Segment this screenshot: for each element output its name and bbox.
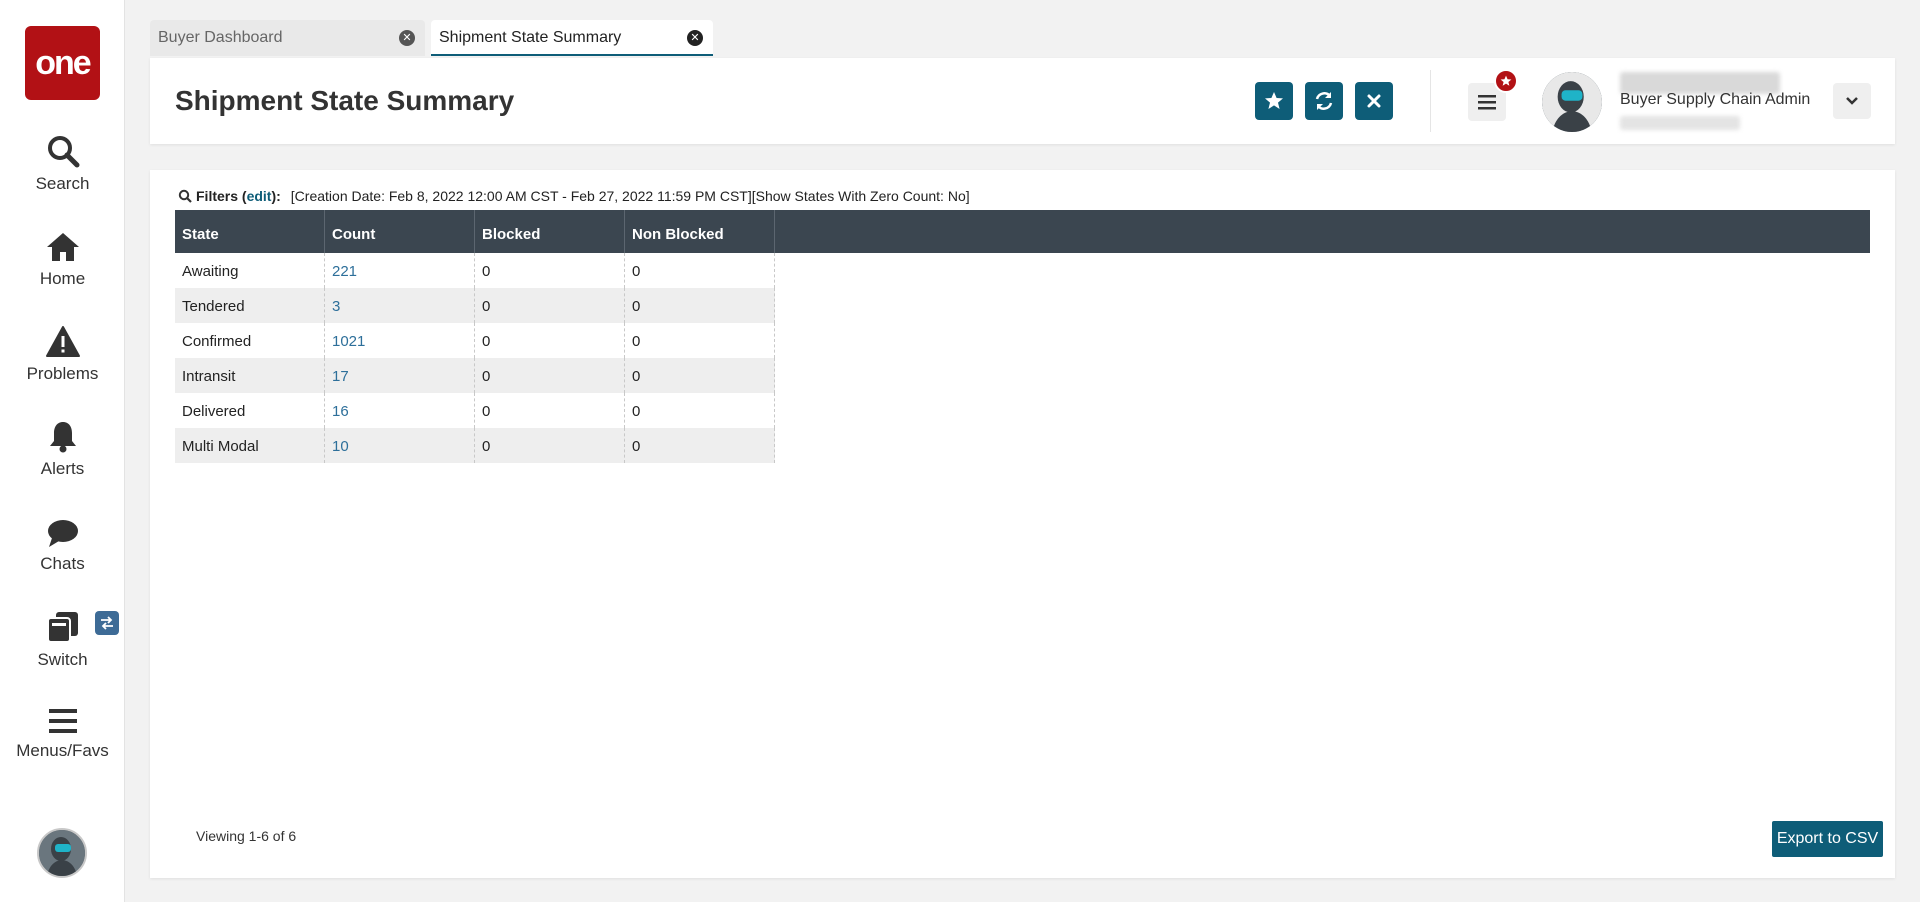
refresh-button[interactable] — [1305, 82, 1343, 120]
column-header-count[interactable]: Count — [325, 210, 475, 253]
page-header: Shipment State Summary Buyer Supply Chai… — [150, 58, 1895, 144]
cell-state: Confirmed — [175, 323, 325, 358]
cell-count-link[interactable]: 16 — [325, 393, 475, 428]
cell-non-blocked: 0 — [625, 253, 775, 288]
user-org-redacted — [1620, 116, 1740, 130]
sidebar-item-label: Search — [35, 174, 90, 193]
edit-filters-link[interactable]: edit — [247, 188, 272, 204]
cell-state: Awaiting — [175, 253, 325, 288]
sidebar-item-label: Chats — [40, 554, 85, 573]
cell-blocked: 0 — [475, 393, 625, 428]
cell-count-link[interactable]: 17 — [325, 358, 475, 393]
star-icon — [1500, 75, 1512, 86]
cell-blocked: 0 — [475, 428, 625, 463]
cell-count-link[interactable]: 221 — [325, 253, 475, 288]
table-row: Multi Modal 10 0 0 — [175, 428, 775, 463]
cell-count-link[interactable]: 3 — [325, 288, 475, 323]
cell-non-blocked: 0 — [625, 323, 775, 358]
column-header-non-blocked[interactable]: Non Blocked — [625, 210, 775, 253]
sidebar-item-menus-favs[interactable]: Menus/Favs — [0, 707, 125, 761]
tab-label: Buyer Dashboard — [158, 29, 283, 46]
table-row: Delivered 16 0 0 — [175, 393, 775, 428]
cell-blocked: 0 — [475, 288, 625, 323]
favorites-badge[interactable] — [1494, 69, 1518, 93]
report-panel: Filters (edit): [Creation Date: Feb 8, 2… — [150, 170, 1895, 878]
sidebar-item-label: Menus/Favs — [16, 741, 109, 760]
sidebar: one Search Home Problems Alerts Chats Sw… — [0, 0, 125, 902]
close-icon — [1367, 94, 1381, 108]
bell-icon — [49, 422, 76, 453]
sidebar-item-chats[interactable]: Chats — [0, 518, 125, 574]
table-row: Tendered 3 0 0 — [175, 288, 775, 323]
table-row: Awaiting 221 0 0 — [175, 253, 775, 288]
table-row: Confirmed 1021 0 0 — [175, 323, 775, 358]
sidebar-item-problems[interactable]: Problems — [0, 325, 125, 384]
one-logo[interactable]: one — [25, 26, 100, 100]
close-tab-icon[interactable]: ✕ — [399, 30, 415, 46]
switch-icon — [46, 612, 78, 643]
filters-label: Filters — [196, 188, 239, 204]
column-header-state[interactable]: State — [175, 210, 325, 253]
sidebar-item-alerts[interactable]: Alerts — [0, 420, 125, 479]
cell-state: Delivered — [175, 393, 325, 428]
export-csv-button[interactable]: Export to CSV — [1772, 821, 1883, 857]
sidebar-item-label: Alerts — [40, 459, 85, 478]
cell-non-blocked: 0 — [625, 393, 775, 428]
favorite-button[interactable] — [1255, 82, 1293, 120]
cell-state: Tendered — [175, 288, 325, 323]
sidebar-item-home[interactable]: Home — [0, 231, 125, 289]
logo-text: one — [35, 43, 91, 82]
cell-non-blocked: 0 — [625, 428, 775, 463]
avatar-image — [39, 830, 85, 876]
pagination-info: Viewing 1-6 of 6 — [196, 828, 297, 844]
warning-icon — [45, 326, 80, 357]
sidebar-item-label: Switch — [37, 650, 88, 669]
sidebar-item-label: Problems — [26, 364, 99, 383]
state-summary-table: State Count Blocked Non Blocked Awaiting… — [175, 210, 1870, 463]
home-icon — [46, 233, 79, 261]
close-tab-icon[interactable]: ✕ — [687, 30, 703, 46]
sidebar-item-search[interactable]: Search — [0, 134, 125, 194]
star-icon — [1265, 92, 1283, 109]
tab-buyer-dashboard[interactable]: Buyer Dashboard ✕ — [150, 20, 425, 56]
avatar-image — [1542, 72, 1602, 132]
chevron-down-icon — [1846, 97, 1858, 105]
cell-non-blocked: 0 — [625, 358, 775, 393]
user-avatar[interactable] — [1542, 72, 1602, 132]
cell-count-link[interactable]: 1021 — [325, 323, 475, 358]
menu-lines-icon — [1478, 95, 1496, 110]
search-icon — [178, 189, 192, 203]
cell-blocked: 0 — [475, 323, 625, 358]
page-title: Shipment State Summary — [175, 85, 515, 116]
cell-count-link[interactable]: 10 — [325, 428, 475, 463]
header-divider — [1430, 70, 1431, 132]
sidebar-item-label: Home — [39, 269, 86, 288]
user-avatar-small[interactable] — [37, 828, 87, 878]
table-row: Intransit 17 0 0 — [175, 358, 775, 393]
cell-state: Intransit — [175, 358, 325, 393]
search-icon — [47, 136, 79, 168]
cell-blocked: 0 — [475, 358, 625, 393]
hamburger-icon — [48, 709, 77, 733]
tab-label: Shipment State Summary — [439, 29, 622, 46]
filters-bar: Filters (edit): [Creation Date: Feb 8, 2… — [178, 188, 970, 204]
chat-icon — [47, 520, 78, 547]
switch-badge[interactable] — [95, 611, 119, 635]
cell-state: Multi Modal — [175, 428, 325, 463]
close-page-button[interactable] — [1355, 82, 1393, 120]
tab-shipment-state-summary[interactable]: Shipment State Summary ✕ — [431, 20, 713, 56]
user-menu-button[interactable] — [1833, 83, 1871, 119]
swap-arrows-icon — [101, 616, 113, 630]
filters-text: [Creation Date: Feb 8, 2022 12:00 AM CST… — [290, 188, 970, 204]
table-header: State Count Blocked Non Blocked — [175, 210, 1870, 253]
column-header-blocked[interactable]: Blocked — [475, 210, 625, 253]
user-role: Buyer Supply Chain Admin — [1620, 91, 1811, 108]
cell-blocked: 0 — [475, 253, 625, 288]
cell-non-blocked: 0 — [625, 288, 775, 323]
refresh-icon — [1315, 92, 1333, 110]
